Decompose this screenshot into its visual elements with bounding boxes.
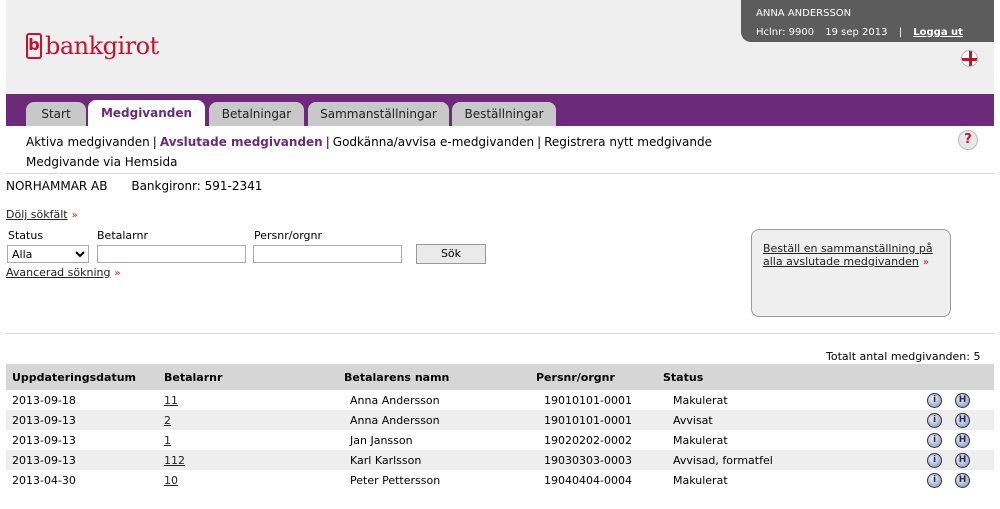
- current-date: 19 sep 2013: [825, 27, 888, 38]
- arrow-icon: »: [114, 268, 121, 279]
- cell-persnr: 19020202-0002: [544, 433, 632, 447]
- divider: [6, 173, 994, 174]
- info-icon[interactable]: i: [927, 473, 942, 488]
- history-icon[interactable]: H: [955, 393, 970, 408]
- betalarnr-link[interactable]: 2: [164, 414, 171, 427]
- company-info: NORHAMMAR AB Bankgironr: 591-2341: [6, 179, 282, 193]
- company-name: NORHAMMAR AB: [6, 179, 108, 193]
- order-summary-link[interactable]: Beställ en sammanställning på alla avslu…: [763, 242, 933, 268]
- col-header-name[interactable]: Betalarens namn: [338, 364, 534, 390]
- history-icon[interactable]: H: [955, 413, 970, 428]
- tab-betalningar[interactable]: Betalningar: [209, 102, 304, 126]
- advanced-search-toggle[interactable]: Avancerad sökning »: [6, 266, 121, 279]
- betalarnr-link[interactable]: 11: [164, 394, 178, 407]
- logo-icon: b: [26, 33, 42, 59]
- betalarnr-link[interactable]: 1: [164, 434, 171, 447]
- table-row: 2013-09-13 1 Jan Jansson 19020202-0002 M…: [6, 430, 994, 450]
- subnav-aktiva[interactable]: Aktiva medgivanden: [26, 135, 150, 149]
- cell-name: Anna Andersson: [338, 410, 534, 430]
- tab-medgivanden[interactable]: Medgivanden: [88, 100, 205, 126]
- cell-name: Jan Jansson: [350, 433, 413, 447]
- separator: |: [898, 27, 903, 38]
- help-icon[interactable]: ?: [958, 130, 978, 150]
- betalarnr-input[interactable]: [97, 245, 246, 263]
- bankgirot-logo[interactable]: b bankgirot: [26, 32, 159, 60]
- info-icon[interactable]: i: [927, 433, 942, 448]
- order-summary-box: Beställ en sammanställning på alla avslu…: [751, 229, 951, 317]
- persnr-input[interactable]: [253, 245, 402, 263]
- english-flag-icon[interactable]: [961, 50, 978, 67]
- table-row: 2013-09-13 112 Karl Karlsson 19030303-00…: [6, 450, 994, 470]
- hide-search-link[interactable]: Dölj sökfält: [6, 208, 68, 221]
- divider: [6, 333, 994, 334]
- betalarnr-label: Betalarnr: [97, 229, 148, 242]
- advanced-search-link[interactable]: Avancerad sökning: [6, 266, 110, 279]
- arrow-icon: »: [922, 257, 929, 268]
- search-button[interactable]: Sök: [416, 244, 486, 264]
- cell-name: Anna Andersson: [350, 393, 440, 407]
- cell-status: Makulerat: [673, 393, 728, 407]
- tab-start[interactable]: Start: [26, 102, 86, 126]
- hide-search-toggle[interactable]: Dölj sökfält»: [6, 208, 78, 221]
- status-select[interactable]: Alla: [7, 245, 89, 263]
- customer-number: Hclnr: 9900: [756, 27, 815, 38]
- tab-bestallningar[interactable]: Beställningar: [452, 102, 556, 126]
- user-panel: ANNA ANDERSSON Hclnr: 9900 19 sep 2013 |…: [741, 0, 994, 42]
- cell-name: Karl Karlsson: [338, 450, 534, 470]
- arrow-icon: »: [71, 210, 78, 221]
- cell-status: Avvisad, formatfel: [663, 450, 927, 470]
- persnr-label: Persnr/orgnr: [254, 229, 322, 242]
- subnav-godkanna[interactable]: Godkänna/avvisa e-medgivanden: [333, 135, 534, 149]
- history-icon[interactable]: H: [955, 433, 970, 448]
- info-icon[interactable]: i: [927, 393, 942, 408]
- bankgiro-number: Bankgironr: 591-2341: [131, 179, 263, 193]
- cell-persnr: 19040404-0004: [544, 473, 632, 487]
- cell-date: 2013-09-13: [12, 433, 76, 447]
- cell-name: Peter Pettersson: [350, 473, 441, 487]
- subnav-hemsida[interactable]: Medgivande via Hemsida: [26, 155, 177, 169]
- col-header-betalarnr[interactable]: Betalarnr: [158, 364, 338, 390]
- cell-status: Avvisat: [663, 410, 927, 430]
- table-row: 2013-09-18 11 Anna Andersson 19010101-00…: [6, 390, 994, 410]
- status-label: Status: [8, 229, 44, 242]
- cell-persnr: 19010101-0001: [534, 410, 663, 430]
- betalarnr-link[interactable]: 112: [164, 454, 185, 467]
- cell-date: 2013-04-30: [12, 473, 76, 487]
- history-icon[interactable]: H: [955, 453, 970, 468]
- logout-link[interactable]: Logga ut: [913, 27, 963, 38]
- col-header-status[interactable]: Status: [663, 364, 927, 390]
- cell-date: 2013-09-13: [6, 450, 158, 470]
- cell-date: 2013-09-13: [6, 410, 158, 430]
- cell-status: Makulerat: [673, 473, 728, 487]
- page: b bankgirot ANNA ANDERSSON Hclnr: 9900 1…: [0, 0, 1000, 509]
- history-icon[interactable]: H: [955, 473, 970, 488]
- results-table: Uppdateringsdatum Betalarnr Betalarens n…: [6, 364, 994, 490]
- sub-nav: Aktiva medgivanden | Avslutade medgivanden…: [26, 135, 712, 169]
- cell-status: Makulerat: [673, 433, 728, 447]
- logo-text: bankgirot: [45, 32, 159, 60]
- cell-persnr: 19030303-0003: [534, 450, 663, 470]
- info-icon[interactable]: i: [927, 413, 942, 428]
- tab-sammanstallningar[interactable]: Sammanställningar: [308, 102, 449, 126]
- table-row: 2013-09-13 2 Anna Andersson 19010101-000…: [6, 410, 994, 430]
- betalarnr-link[interactable]: 10: [164, 474, 178, 487]
- cell-date: 2013-09-18: [12, 393, 76, 407]
- col-header-persnr[interactable]: Persnr/orgnr: [534, 364, 663, 390]
- cell-persnr: 19010101-0001: [544, 393, 632, 407]
- subnav-avslutade[interactable]: Avslutade medgivanden: [160, 135, 323, 149]
- user-name: ANNA ANDERSSON: [756, 8, 852, 19]
- col-header-date[interactable]: Uppdateringsdatum: [6, 364, 158, 390]
- main-nav: Start Medgivanden Betalningar Sammanstäl…: [6, 94, 994, 126]
- subnav-registrera[interactable]: Registrera nytt medgivande: [544, 135, 712, 149]
- total-count: Totalt antal medgivanden: 5: [826, 350, 981, 363]
- table-header-row: Uppdateringsdatum Betalarnr Betalarens n…: [6, 364, 994, 390]
- info-icon[interactable]: i: [927, 453, 942, 468]
- table-row: 2013-04-30 10 Peter Pettersson 19040404-…: [6, 470, 994, 490]
